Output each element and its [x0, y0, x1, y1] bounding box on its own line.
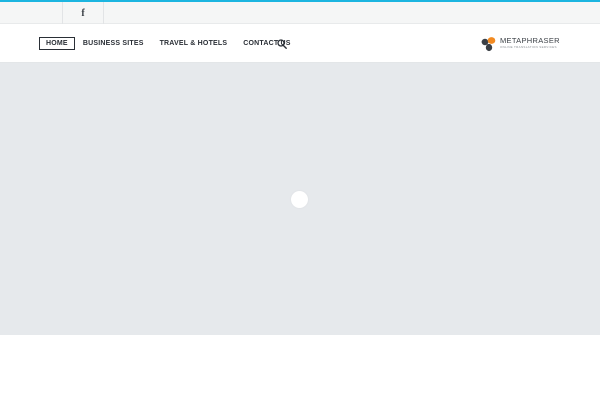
logo-subtitle: ONLINE TRANSLATION SERVICES — [500, 45, 557, 49]
nav-item-travel-hotels[interactable]: TRAVEL & HOTELS — [160, 37, 228, 50]
loading-spinner — [291, 191, 308, 208]
site-logo[interactable]: METAPHRASER ONLINE TRANSLATION SERVICES — [481, 36, 560, 52]
logo-title: METAPHRASER — [500, 36, 560, 45]
logo-mark-icon — [481, 37, 496, 52]
nav-item-home[interactable]: HOME — [39, 37, 75, 50]
top-bar: f — [0, 2, 600, 24]
facebook-link[interactable]: f — [62, 2, 104, 24]
nav-item-business-sites[interactable]: BUSINESS SITES — [83, 37, 144, 50]
search-icon[interactable] — [277, 39, 287, 49]
facebook-icon: f — [81, 7, 85, 19]
main-navigation: HOME BUSINESS SITES TRAVEL & HOTELS CONT… — [39, 37, 307, 50]
